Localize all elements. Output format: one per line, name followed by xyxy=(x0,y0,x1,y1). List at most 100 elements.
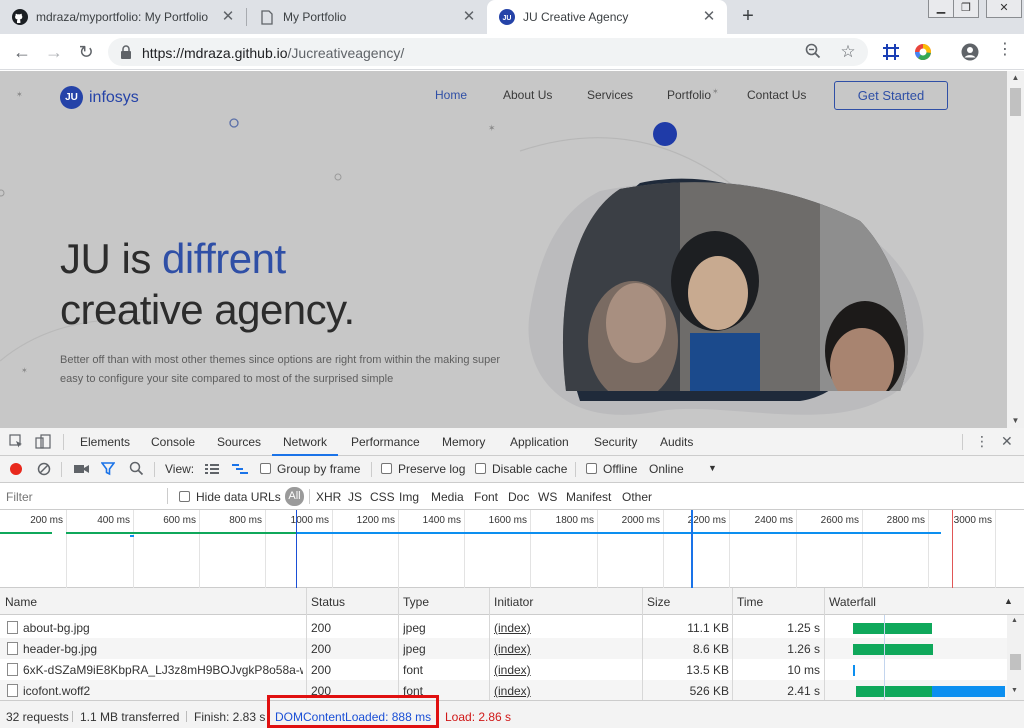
load-marker xyxy=(952,510,953,588)
scroll-up-arrow-icon[interactable]: ▲ xyxy=(1011,617,1018,624)
column-header-type[interactable]: Type xyxy=(403,595,429,609)
scrollbar-thumb[interactable] xyxy=(1010,654,1021,670)
filter-type-other[interactable]: Other xyxy=(622,490,652,504)
tab-title: JU Creative Agency xyxy=(523,10,629,24)
screenshot-camera-icon[interactable] xyxy=(74,463,89,478)
clear-icon[interactable] xyxy=(37,462,51,479)
table-row[interactable]: icofont.woff2 200 font (index) 526 KB 2.… xyxy=(0,680,1007,700)
hide-data-urls-checkbox[interactable]: Hide data URLs xyxy=(179,490,281,504)
chevron-down-icon[interactable]: ▼ xyxy=(708,463,717,473)
column-header-size[interactable]: Size xyxy=(647,595,670,609)
devtools-tab-security[interactable]: Security xyxy=(594,435,637,449)
forward-arrow-icon[interactable]: → xyxy=(42,40,66,64)
table-scrollbar[interactable]: ▲ ▼ xyxy=(1007,615,1024,700)
back-arrow-icon[interactable]: ← xyxy=(10,40,34,64)
filter-type-ws[interactable]: WS xyxy=(538,490,557,504)
throttling-select[interactable]: Online xyxy=(649,462,684,476)
filter-type-all[interactable]: All xyxy=(285,487,304,506)
checkbox-box xyxy=(586,463,597,474)
filter-funnel-icon[interactable] xyxy=(100,462,116,479)
profile-avatar-icon[interactable] xyxy=(961,43,979,61)
record-icon[interactable] xyxy=(10,463,22,475)
filter-type-img[interactable]: Img xyxy=(399,490,419,504)
request-initiator-link[interactable]: (index) xyxy=(494,621,531,635)
devtools-tab-application[interactable]: Application xyxy=(510,435,569,449)
color-picker-extension-icon[interactable] xyxy=(914,43,932,61)
disable-cache-checkbox[interactable]: Disable cache xyxy=(475,462,567,476)
devtools-tab-sources[interactable]: Sources xyxy=(217,435,261,449)
get-started-button[interactable]: Get Started xyxy=(834,81,948,110)
filter-type-js[interactable]: JS xyxy=(348,490,362,504)
nav-link-about-us[interactable]: About Us xyxy=(503,88,552,102)
nav-link-portfolio[interactable]: Portfolio xyxy=(667,88,711,102)
browser-tab-github[interactable]: mdraza/myportfolio: My Portfolio ✕ xyxy=(0,0,246,34)
column-header-time[interactable]: Time xyxy=(737,595,763,609)
devtools-tab-performance[interactable]: Performance xyxy=(351,435,420,449)
request-initiator-link[interactable]: (index) xyxy=(494,684,531,698)
devtools-menu-icon[interactable]: ⋮ xyxy=(975,433,989,450)
column-header-name[interactable]: Name xyxy=(5,595,37,609)
overview-tick-label: 600 ms xyxy=(163,515,196,526)
nav-link-contact-us[interactable]: Contact Us xyxy=(747,88,806,102)
filter-type-media[interactable]: Media xyxy=(431,490,464,504)
new-tab-button[interactable]: + xyxy=(737,6,759,28)
network-overview-timeline[interactable]: 200 ms 400 ms 600 ms 800 ms 1000 ms 1200 ms 14… xyxy=(0,510,1024,588)
request-initiator-link[interactable]: (index) xyxy=(494,642,531,656)
column-divider xyxy=(824,588,825,700)
browser-tab-ju-creative-agency[interactable]: JU JU Creative Agency ✕ xyxy=(487,0,727,34)
column-header-initiator[interactable]: Initiator xyxy=(494,595,533,609)
table-row[interactable]: about-bg.jpg 200 jpeg (index) 11.1 KB 1.… xyxy=(0,617,1007,638)
restore-window-button[interactable]: ❐ xyxy=(953,0,979,18)
request-initiator-link[interactable]: (index) xyxy=(494,663,531,677)
devtools-tab-audits[interactable]: Audits xyxy=(660,435,693,449)
inspect-element-icon[interactable] xyxy=(9,434,24,452)
kebab-menu-icon[interactable]: ⋮ xyxy=(996,42,1014,60)
scrollbar-thumb[interactable] xyxy=(1010,88,1021,116)
close-tab-icon[interactable]: ✕ xyxy=(220,9,236,25)
device-toolbar-icon[interactable] xyxy=(35,434,51,452)
filter-type-xhr[interactable]: XHR xyxy=(316,490,341,504)
page-scrollbar[interactable]: ▲ ▼ xyxy=(1007,71,1024,428)
reload-icon[interactable]: ↻ xyxy=(74,40,98,64)
scroll-down-arrow-icon[interactable]: ▼ xyxy=(1007,414,1024,428)
filter-type-font[interactable]: Font xyxy=(474,490,498,504)
minimize-window-button[interactable]: ▁ xyxy=(928,0,954,18)
preserve-log-checkbox[interactable]: Preserve log xyxy=(381,462,465,476)
table-row[interactable]: 6xK-dSZaM9iE8KbpRA_LJ3z8mH9BOJvgkP8o58a-… xyxy=(0,659,1007,680)
extension-grid-icon[interactable] xyxy=(882,43,900,61)
scroll-down-arrow-icon[interactable]: ▼ xyxy=(1011,687,1018,694)
large-rows-icon[interactable] xyxy=(205,464,219,478)
devtools-tab-elements[interactable]: Elements xyxy=(80,435,130,449)
filter-input[interactable] xyxy=(2,487,166,506)
request-time: 2.41 s xyxy=(787,684,820,698)
overview-gridline xyxy=(265,510,266,588)
devtools-tab-network[interactable]: Network xyxy=(283,435,327,449)
toolbar-divider xyxy=(309,489,310,504)
scroll-up-arrow-icon[interactable]: ▲ xyxy=(1007,71,1024,85)
filter-type-doc[interactable]: Doc xyxy=(508,490,529,504)
group-by-frame-checkbox[interactable]: Group by frame xyxy=(260,462,360,476)
hide-data-urls-label: Hide data URLs xyxy=(196,490,281,504)
address-bar[interactable]: https://mdraza.github.io/Jucreativeagenc… xyxy=(108,38,868,66)
filter-type-css[interactable]: CSS xyxy=(370,490,395,504)
offline-checkbox[interactable]: Offline xyxy=(586,462,637,476)
nav-link-services[interactable]: Services xyxy=(587,88,633,102)
zoom-icon[interactable] xyxy=(804,43,822,61)
waterfall-view-icon[interactable] xyxy=(232,464,248,478)
close-tab-icon[interactable]: ✕ xyxy=(701,9,717,25)
close-devtools-icon[interactable]: ✕ xyxy=(1001,433,1013,450)
browser-tab-my-portfolio[interactable]: My Portfolio ✕ xyxy=(247,0,487,34)
sort-ascending-icon[interactable]: ▲ xyxy=(1004,596,1013,606)
search-icon[interactable] xyxy=(129,461,144,479)
bookmark-star-icon[interactable]: ☆ xyxy=(839,43,857,61)
nav-link-home[interactable]: Home xyxy=(435,88,467,102)
close-window-button[interactable]: ✕ xyxy=(986,0,1022,18)
filter-type-manifest[interactable]: Manifest xyxy=(566,490,611,504)
close-tab-icon[interactable]: ✕ xyxy=(461,9,477,25)
table-row[interactable]: header-bg.jpg 200 jpeg (index) 8.6 KB 1.… xyxy=(0,638,1007,659)
column-header-status[interactable]: Status xyxy=(311,595,345,609)
devtools-tab-console[interactable]: Console xyxy=(151,435,195,449)
column-header-waterfall[interactable]: Waterfall xyxy=(829,595,876,609)
site-logo[interactable]: JU infosys xyxy=(60,86,139,109)
devtools-tab-memory[interactable]: Memory xyxy=(442,435,485,449)
